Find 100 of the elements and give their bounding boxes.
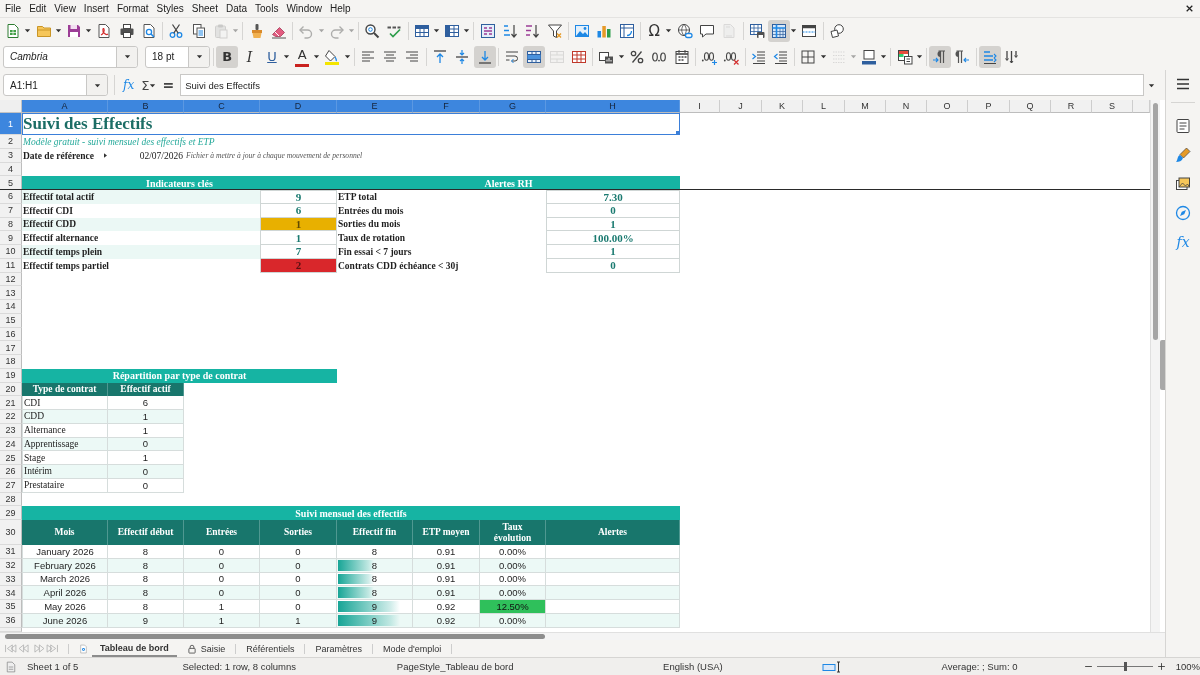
font-color-button[interactable]: A <box>295 46 310 67</box>
spreadsheet-document-icon[interactable] <box>5 22 22 39</box>
row-header[interactable]: 21 <box>0 396 22 410</box>
column-header[interactable]: J <box>720 100 762 113</box>
menu-item[interactable]: Styles <box>152 3 188 14</box>
column-header[interactable]: R <box>1051 100 1092 113</box>
menu-item[interactable]: Tools <box>251 3 283 14</box>
row-header[interactable]: 10 <box>0 245 22 259</box>
search-icon[interactable] <box>364 22 381 39</box>
gallery-icon[interactable] <box>1175 176 1191 192</box>
border-color-icon[interactable] <box>861 48 878 65</box>
increase-indent-icon[interactable] <box>750 48 767 65</box>
caret-icon[interactable] <box>915 53 923 60</box>
close-icon[interactable] <box>1185 4 1194 13</box>
menu-item[interactable]: View <box>50 3 80 14</box>
row-header[interactable]: 2 <box>0 135 22 149</box>
collapse-handle[interactable] <box>1160 340 1165 390</box>
row-header[interactable]: 18 <box>0 355 22 369</box>
table-printer-icon[interactable] <box>748 22 765 39</box>
align-bottom-button[interactable] <box>473 45 496 68</box>
calendar-icon[interactable] <box>673 48 690 65</box>
caret-icon[interactable] <box>880 53 888 60</box>
row-header[interactable]: 1 <box>0 113 22 135</box>
caret-icon[interactable] <box>54 27 62 34</box>
column-header[interactable]: L <box>803 100 845 113</box>
row-header[interactable]: 5 <box>0 176 22 190</box>
font-name-field[interactable]: Cambria <box>3 45 138 68</box>
menu-item[interactable]: Format <box>112 3 153 14</box>
text-horizontal-button[interactable] <box>978 45 1001 68</box>
column-header[interactable]: H <box>546 100 680 113</box>
menu-item[interactable]: Insert <box>79 3 113 14</box>
colored-table-icon[interactable] <box>896 48 913 65</box>
pdf-document-icon[interactable] <box>96 22 113 39</box>
caret-icon[interactable] <box>463 27 471 34</box>
zoom-in-icon[interactable] <box>1156 662 1166 671</box>
caret-icon[interactable] <box>313 53 321 60</box>
formula-input[interactable]: Suivi des Effectifs <box>180 74 1144 96</box>
printer-icon[interactable] <box>118 22 135 39</box>
row-header[interactable]: 35 <box>0 600 22 614</box>
row-header[interactable]: 30 <box>0 520 22 545</box>
sort-descending-icon[interactable] <box>524 22 541 39</box>
row-header[interactable]: 6 <box>0 190 22 204</box>
row-header[interactable]: 31 <box>0 545 22 559</box>
selection-mode-icon[interactable] <box>822 660 843 673</box>
sheet-tab[interactable]: Référentiels <box>236 640 305 657</box>
sum-button[interactable]: Σ <box>141 77 150 93</box>
funnel-icon[interactable] <box>546 22 563 39</box>
caret-icon[interactable] <box>85 27 93 34</box>
language[interactable]: English (USA) <box>663 661 723 672</box>
compass-icon[interactable] <box>1175 205 1191 221</box>
menu-item[interactable]: Help <box>326 3 355 14</box>
caret-icon[interactable] <box>343 53 351 60</box>
menu-icon[interactable] <box>1175 76 1191 92</box>
column-header[interactable]: D <box>260 100 337 113</box>
row-header[interactable]: 29 <box>0 506 22 520</box>
table-rows-icon[interactable] <box>413 22 430 39</box>
sheet-tab[interactable]: Mode d'emploi <box>372 640 452 657</box>
table-grid-icon[interactable] <box>571 48 588 65</box>
italic-button[interactable]: I <box>238 45 261 68</box>
column-header[interactable]: E <box>337 100 413 113</box>
shapes-icon[interactable] <box>828 22 845 39</box>
row-header[interactable]: 22 <box>0 410 22 424</box>
sort-icon[interactable] <box>479 22 496 39</box>
properties-icon[interactable] <box>1175 118 1191 134</box>
column-header[interactable]: N <box>886 100 927 113</box>
document-icon[interactable] <box>79 643 88 654</box>
sort-ascending-icon[interactable] <box>501 22 518 39</box>
menu-item[interactable]: Data <box>221 3 252 14</box>
column-header[interactable]: G <box>480 100 546 113</box>
percent-icon[interactable] <box>628 48 645 65</box>
document-magnifier-icon[interactable] <box>141 22 158 39</box>
picture-icon[interactable] <box>574 22 591 39</box>
column-header[interactable]: P <box>968 100 1010 113</box>
table-columns-icon[interactable] <box>444 22 461 39</box>
sheet-tab[interactable]: Paramètres <box>305 640 372 657</box>
speech-bubble-icon[interactable] <box>698 22 715 39</box>
row-header[interactable]: 13 <box>0 286 22 300</box>
column-header[interactable]: O <box>927 100 968 113</box>
column-header[interactable]: I <box>680 100 720 113</box>
menu-item[interactable]: File <box>1 3 26 14</box>
special-character-button[interactable]: Ω <box>643 19 666 42</box>
column-header[interactable]: C <box>184 100 260 113</box>
column-header[interactable]: K <box>762 100 803 113</box>
merge-center-button[interactable] <box>523 45 546 68</box>
row-header[interactable]: 26 <box>0 465 22 479</box>
caret-icon[interactable] <box>665 27 673 34</box>
column-header[interactable]: A <box>22 100 108 113</box>
scissors-icon[interactable] <box>168 22 185 39</box>
fill-handle[interactable] <box>676 131 680 135</box>
left-to-right-button[interactable] <box>928 45 951 68</box>
caret-icon[interactable] <box>790 27 798 34</box>
column-header[interactable]: Q <box>1010 100 1051 113</box>
caret-icon[interactable] <box>1148 81 1155 89</box>
underline-button[interactable]: U <box>260 45 283 68</box>
row-header[interactable]: 14 <box>0 300 22 314</box>
freeze-button[interactable] <box>768 19 791 42</box>
caret-icon[interactable] <box>819 53 827 60</box>
menu-item[interactable]: Sheet <box>187 3 222 14</box>
borders-icon[interactable] <box>800 48 817 65</box>
caret-icon[interactable] <box>149 81 157 89</box>
